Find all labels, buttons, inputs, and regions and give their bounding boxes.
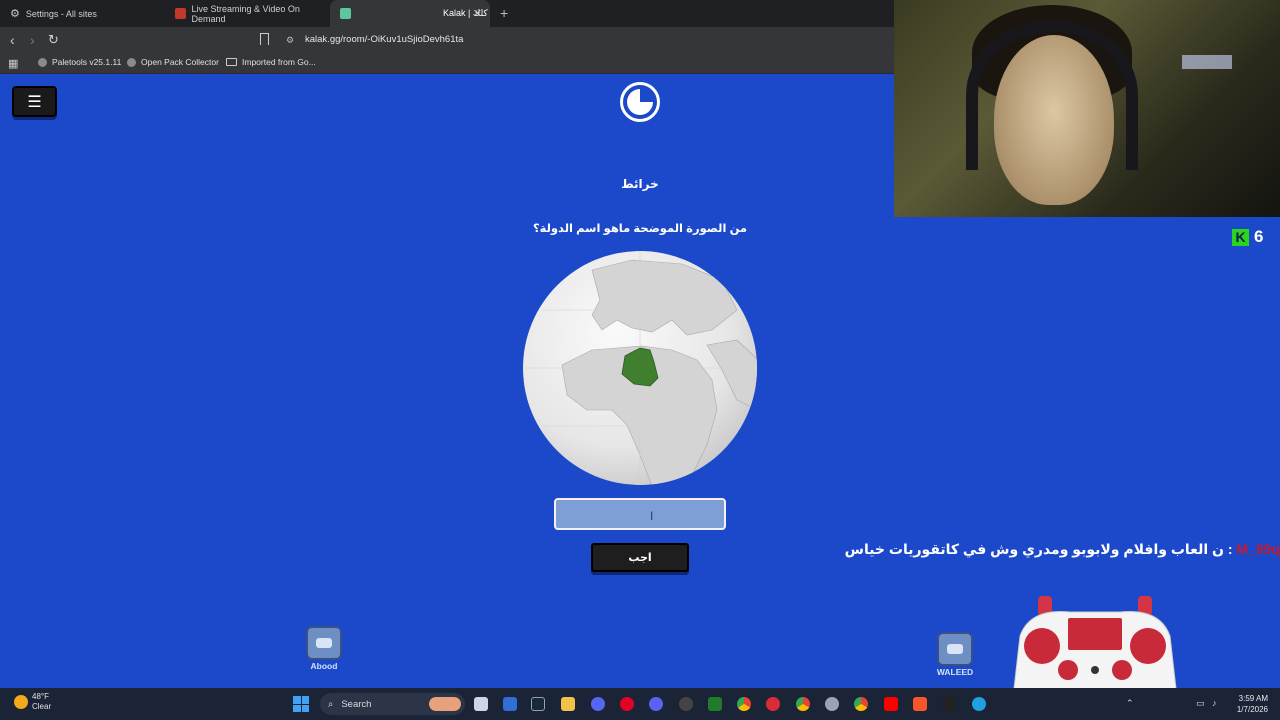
hamburger-icon: ☰ — [27, 93, 42, 111]
brave-icon[interactable] — [913, 697, 927, 711]
chrome-icon[interactable] — [854, 697, 868, 711]
text-cursor-icon: I — [650, 509, 654, 523]
weather-desc: Clear — [32, 702, 52, 711]
question-category: خرائط — [621, 177, 659, 191]
tray-chevron-icon[interactable]: ⌃ — [1126, 698, 1134, 709]
tab-kalak[interactable]: Kalak | كلك ✕ — [330, 0, 490, 27]
url-field[interactable]: kalak.gg/room/-OiKuv1uSjioDevh61ta — [305, 34, 463, 45]
bookmark-folder-imported[interactable]: Imported from Go... — [226, 57, 316, 67]
chat-ticker: M_99q : ن العاب وافلام ولابوبو ومدري وش … — [830, 541, 1280, 563]
reload-icon[interactable]: ↻ — [48, 32, 59, 48]
site-info-icon[interactable]: ⚙ — [286, 35, 294, 46]
bookmark-label: Open Pack Collector — [141, 57, 219, 67]
tab-label: Live Streaming & Video On Demand — [191, 3, 300, 24]
bookmark-open-pack-collector[interactable]: Open Pack Collector — [127, 57, 219, 67]
folder-icon — [226, 58, 237, 66]
search-label: Search — [341, 698, 372, 710]
windows-taskbar: 48°F Clear ⌕ Search ⌃ ▭ ♪ 3:59 AM 1/7/20… — [0, 688, 1280, 720]
globe-icon — [127, 57, 136, 67]
app-icon[interactable] — [942, 697, 956, 711]
taskbar-clock[interactable]: 3:59 AM 1/7/2026 — [1226, 693, 1268, 715]
app-icon[interactable] — [708, 697, 722, 711]
app-icon[interactable] — [503, 697, 517, 711]
bookmark-label: Imported from Go... — [242, 57, 316, 67]
steam-icon[interactable] — [531, 697, 545, 711]
clock-date: 1/7/2026 — [1236, 705, 1268, 714]
bookmark-icon[interactable] — [260, 33, 269, 45]
tab-settings[interactable]: ⚙ Settings - All sites — [0, 0, 165, 27]
player-avatar-abood[interactable]: Abood — [302, 626, 346, 671]
bookmark-paletools[interactable]: Paletools v25.1.11 — [38, 57, 121, 67]
back-icon[interactable]: ‹ — [10, 32, 15, 48]
edge-icon[interactable] — [972, 697, 986, 711]
tab-label: Settings - All sites — [25, 8, 97, 19]
search-icon: ⌕ — [328, 698, 334, 710]
taskbar-search[interactable]: ⌕ Search — [320, 693, 465, 715]
webcam-overlay — [894, 0, 1280, 217]
score-display: K 6 — [1232, 226, 1274, 248]
network-icon[interactable]: ▭ — [1196, 698, 1205, 709]
weather-temp: 48°F — [32, 692, 49, 701]
score-value: 6 — [1254, 227, 1264, 246]
answer-input[interactable] — [554, 498, 726, 530]
avatar — [937, 632, 973, 666]
close-tab-icon[interactable]: ✕ — [473, 7, 482, 20]
player-name: Abood — [310, 661, 338, 671]
ticker-username: M_99q — [1236, 541, 1280, 557]
chrome-icon[interactable] — [796, 697, 810, 711]
apps-grid-icon[interactable]: ▦ — [8, 57, 18, 70]
new-tab-icon[interactable]: + — [500, 5, 508, 21]
kalak-favicon — [340, 8, 351, 19]
player-avatar-waleed[interactable]: WALEED — [933, 632, 977, 677]
app-icon[interactable] — [679, 697, 693, 711]
discord-icon[interactable] — [649, 697, 663, 711]
ticker-message: ن العاب وافلام ولابوبو ومدري وش في كاتقو… — [844, 541, 1224, 557]
discord-icon[interactable] — [591, 697, 605, 711]
paletools-icon — [38, 57, 47, 67]
menu-button[interactable]: ☰ — [12, 86, 57, 117]
volume-icon[interactable]: ♪ — [1212, 698, 1217, 708]
search-highlight-icon — [429, 697, 461, 711]
question-text: من الصورة الموضحة ماهو اسم الدولة؟ — [532, 223, 748, 235]
ticker-separator: : — [1223, 541, 1237, 557]
weather-icon — [14, 695, 28, 709]
app-icon[interactable] — [766, 697, 780, 711]
steelseries-icon[interactable] — [825, 697, 839, 711]
clock-time: 3:59 AM — [1238, 694, 1268, 703]
gear-icon: ⚙ — [10, 8, 20, 20]
tab-live-streaming[interactable]: Live Streaming & Video On Demand — [165, 0, 330, 27]
task-view-icon[interactable] — [474, 697, 488, 711]
globe-map-image — [522, 250, 758, 486]
timer-icon — [620, 82, 660, 122]
bookmark-label: Paletools v25.1.11 — [52, 57, 122, 67]
pinterest-icon[interactable] — [620, 697, 634, 711]
file-explorer-icon[interactable] — [561, 697, 575, 711]
chrome-icon[interactable] — [737, 697, 751, 711]
avatar — [306, 626, 342, 660]
forward-icon[interactable]: › — [30, 32, 35, 48]
site-favicon — [175, 8, 186, 19]
submit-answer-button[interactable]: اجب — [591, 543, 689, 572]
kalak-logo-icon: K — [1232, 228, 1249, 246]
player-name: WALEED — [936, 667, 974, 677]
windows-start-icon[interactable] — [293, 696, 309, 712]
youtube-icon[interactable] — [884, 697, 898, 711]
weather-widget[interactable]: 48°F Clear — [14, 692, 51, 712]
